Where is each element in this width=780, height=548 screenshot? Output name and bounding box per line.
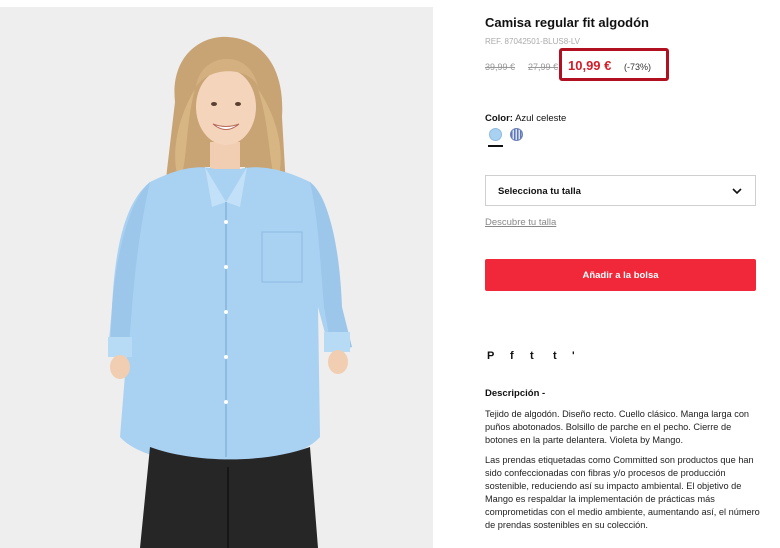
discount-percentage: (-73%) (624, 62, 652, 72)
color-label-key: Color: (485, 113, 513, 124)
product-title: Camisa regular fit algodón (485, 15, 649, 30)
previous-price: 27,99 € (528, 62, 559, 72)
facebook-icon[interactable]: f (510, 350, 514, 362)
color-label: Color: Azul celeste (485, 113, 566, 124)
size-guide-link[interactable]: Descubre tu talla (485, 217, 556, 228)
chevron-down-icon (732, 188, 742, 195)
model-illustration (0, 7, 433, 548)
size-select[interactable]: Selecciona tu talla (485, 175, 756, 206)
tumblr-icon[interactable]: t (553, 350, 557, 362)
color-swatch-rayas[interactable] (510, 128, 523, 141)
description-paragraph-2: Las prendas etiquetadas como Committed s… (485, 455, 760, 530)
pinterest-icon[interactable]: P (487, 350, 494, 362)
product-photo[interactable] (0, 7, 433, 548)
add-to-bag-button[interactable]: Añadir a la bolsa (485, 259, 756, 291)
description-title[interactable]: Descripción - (485, 388, 545, 399)
twitter-icon[interactable]: t (530, 350, 534, 362)
color-value: Azul celeste (512, 113, 567, 124)
more-share-icon[interactable]: ' (572, 350, 575, 362)
description-paragraph-1: Tejido de algodón. Diseño recto. Cuello … (485, 409, 750, 445)
selected-swatch-indicator (488, 145, 503, 147)
product-reference: REF. 87042501-BLUS8-LV (485, 37, 581, 46)
original-price: 39,99 € (485, 62, 516, 72)
color-swatch-azul-celeste[interactable] (489, 128, 502, 141)
size-select-label: Selecciona tu talla (498, 186, 581, 197)
sale-price: 10,99 € (568, 58, 612, 73)
